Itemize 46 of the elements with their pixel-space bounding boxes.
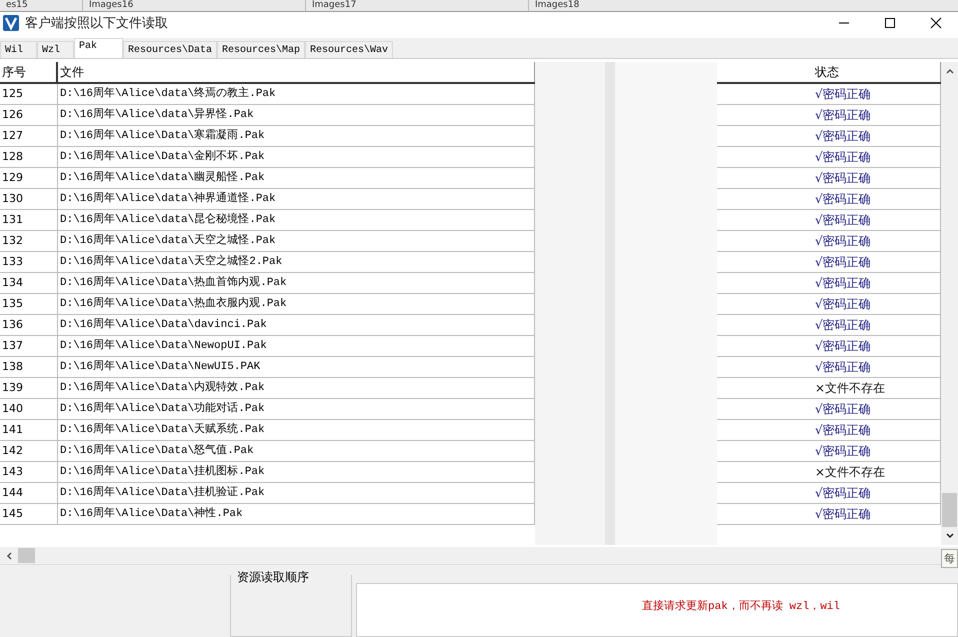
tooltip: 每 [941, 549, 958, 568]
scroll-left-icon[interactable] [4, 550, 14, 560]
close-icon[interactable] [930, 17, 942, 29]
vertical-scrollbar[interactable] [941, 62, 958, 545]
table-cell: 125 [0, 84, 58, 104]
background-tab[interactable]: es15 [0, 0, 82, 11]
tab[interactable]: Pak [74, 38, 123, 58]
note-text: 直接请求更新pak，而不再读 wzl，wil [642, 601, 840, 613]
table-cell: 138 [0, 357, 58, 377]
table-cell: 129 [0, 168, 58, 188]
table-cell: 130 [0, 189, 58, 209]
tab[interactable]: Resources\Wav [305, 41, 394, 58]
table-cell: 128 [0, 147, 58, 167]
background-tab[interactable]: Images18 [528, 0, 751, 11]
table-cell: 126 [0, 105, 58, 125]
horizontal-scrollbar[interactable] [0, 547, 958, 564]
tab[interactable]: Wil [0, 41, 37, 58]
maximize-icon[interactable] [884, 17, 896, 29]
tab[interactable]: Resources\Data [123, 41, 218, 58]
window-title: 客户端按照以下文件读取 [25, 15, 168, 32]
table-cell: 140 [0, 399, 58, 419]
tab[interactable]: Wzl [37, 41, 74, 58]
table-cell: 133 [0, 252, 58, 272]
scrollbar-thumb[interactable] [942, 493, 957, 527]
table-cell: 127 [0, 126, 58, 146]
scroll-up-icon[interactable] [944, 66, 954, 76]
table-cell: 135 [0, 294, 58, 314]
scroll-down-icon[interactable] [944, 531, 954, 541]
scrollbar-thumb[interactable] [18, 548, 35, 563]
background-tab[interactable]: Images17 [305, 0, 528, 11]
column-header[interactable]: 序号 [0, 62, 58, 82]
tab[interactable]: Resources\Map [217, 41, 306, 58]
table-cell: 136 [0, 315, 58, 335]
table-cell: 143 [0, 462, 58, 482]
table-cell: 139 [0, 378, 58, 398]
table-cell: 134 [0, 273, 58, 293]
group-title: 资源读取顺序 [235, 569, 311, 586]
table-cell: 132 [0, 231, 58, 251]
table-cell: 142 [0, 441, 58, 461]
table-cell: 141 [0, 420, 58, 440]
app-logo-icon [3, 15, 19, 31]
table-cell: 137 [0, 336, 58, 356]
table-cell: 131 [0, 210, 58, 230]
table-cell: 144 [0, 483, 58, 503]
background-tab[interactable]: Images16 [82, 0, 305, 11]
table-cell: 145 [0, 504, 58, 524]
